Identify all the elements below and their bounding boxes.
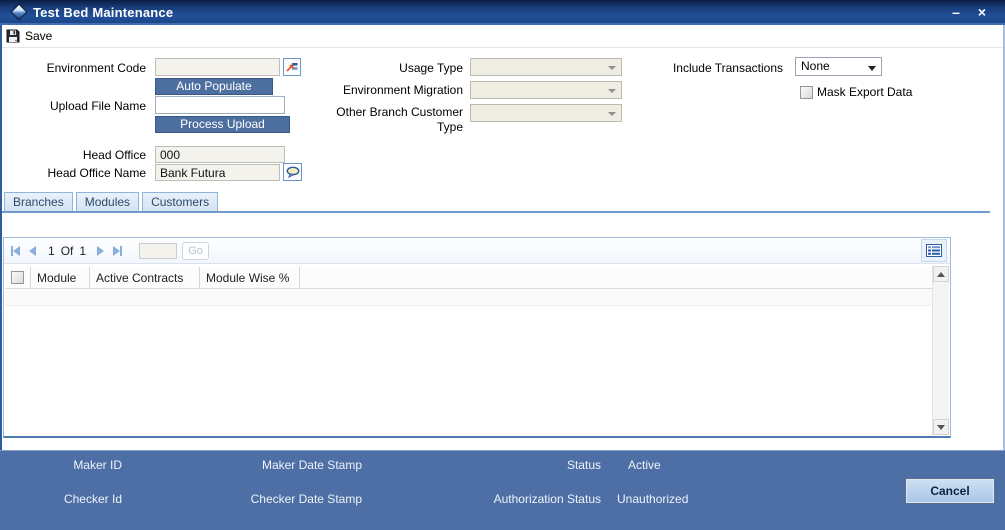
maker-id-label: Maker ID xyxy=(73,458,122,472)
column-header-module[interactable]: Module xyxy=(31,267,90,288)
usage-type-label: Usage Type xyxy=(399,61,463,75)
pagination-bar: 1 Of 1 Go xyxy=(4,238,950,264)
toolbar: Save xyxy=(2,27,1003,48)
close-button[interactable]: × xyxy=(973,3,991,21)
mask-export-data-checkbox[interactable] xyxy=(800,86,813,99)
save-button[interactable]: Save xyxy=(6,29,52,43)
status-label: Status xyxy=(566,458,601,472)
usage-type-dropdown[interactable] xyxy=(470,58,622,76)
tab-strip: Branches Modules Customers xyxy=(4,192,219,212)
column-header-active-contracts[interactable]: Active Contracts xyxy=(90,267,200,288)
tab-branches[interactable]: Branches xyxy=(4,192,73,212)
tab-underline xyxy=(2,211,990,213)
column-header-module-wise-pct[interactable]: Module Wise % xyxy=(200,267,300,288)
test-bed-maintenance-window: Test Bed Maintenance – × Save Environmen… xyxy=(0,0,1005,530)
table-row xyxy=(5,289,932,306)
next-page-icon[interactable] xyxy=(97,246,105,256)
scroll-down-icon[interactable] xyxy=(933,419,949,435)
status-value: Active xyxy=(628,458,661,472)
head-office-name-label: Head Office Name xyxy=(47,166,147,180)
column-settings-icon xyxy=(926,244,942,257)
prev-page-icon[interactable] xyxy=(29,246,36,256)
goto-page-input[interactable] xyxy=(139,243,178,259)
process-upload-button[interactable]: Process Upload xyxy=(155,116,290,133)
upload-file-name-label: Upload File Name xyxy=(49,99,146,113)
head-office-label: Head Office xyxy=(82,148,146,162)
vertical-scrollbar[interactable] xyxy=(932,266,949,435)
checker-id-label: Checker Id xyxy=(63,492,122,506)
environment-code-lov-button[interactable] xyxy=(283,58,301,76)
first-page-icon[interactable] xyxy=(11,246,20,256)
other-branch-customer-type-dropdown[interactable] xyxy=(470,104,622,122)
pagination-of-label: Of xyxy=(60,244,74,258)
chevron-down-icon xyxy=(608,89,616,93)
last-page-icon[interactable] xyxy=(113,246,123,256)
include-transactions-label: Include Transactions xyxy=(672,61,783,75)
pagination-total-pages: 1 xyxy=(79,244,87,258)
select-all-checkbox[interactable] xyxy=(11,271,24,284)
title-bar: Test Bed Maintenance – × xyxy=(0,0,1005,25)
scroll-up-icon[interactable] xyxy=(933,266,949,282)
environment-migration-label: Environment Migration xyxy=(342,83,463,97)
checker-date-stamp-label: Checker Date Stamp xyxy=(250,492,362,506)
tab-customers[interactable]: Customers xyxy=(142,192,219,212)
table-header-row: Module Active Contracts Module Wise % xyxy=(5,267,932,289)
authorization-status-label: Authorization Status xyxy=(493,492,601,506)
column-settings-button[interactable] xyxy=(921,239,947,262)
auto-populate-button[interactable]: Auto Populate xyxy=(155,78,273,95)
mask-export-data-label: Mask Export Data xyxy=(817,85,913,99)
other-branch-customer-type-label: Other Branch Customer Type xyxy=(336,105,463,134)
pagination-current-page: 1 xyxy=(48,244,55,258)
authorization-status-value: Unauthorized xyxy=(617,492,689,506)
environment-migration-dropdown[interactable] xyxy=(470,81,622,99)
environment-code-input[interactable] xyxy=(155,58,280,76)
audit-footer: Maker ID Maker Date Stamp Status Active … xyxy=(0,450,1005,530)
chevron-down-icon xyxy=(608,112,616,116)
include-transactions-value: None xyxy=(801,59,830,73)
lov-icon xyxy=(286,62,298,72)
environment-code-label: Environment Code xyxy=(46,61,146,75)
save-button-label: Save xyxy=(25,29,53,43)
minimize-button[interactable]: – xyxy=(947,3,965,21)
head-office-input[interactable] xyxy=(155,146,285,163)
upload-file-name-input[interactable] xyxy=(155,96,285,114)
head-office-name-language-button[interactable] xyxy=(283,163,302,181)
head-office-name-input[interactable] xyxy=(155,164,280,181)
go-button[interactable]: Go xyxy=(182,242,210,260)
tab-modules[interactable]: Modules xyxy=(75,192,140,212)
maker-date-stamp-label: Maker Date Stamp xyxy=(261,458,362,472)
include-transactions-dropdown[interactable]: None xyxy=(795,57,882,76)
diamond-icon xyxy=(10,3,28,21)
column-header-filler xyxy=(300,267,932,288)
floppy-disk-icon xyxy=(6,29,20,43)
chevron-down-icon xyxy=(608,66,616,70)
cancel-button[interactable]: Cancel xyxy=(905,478,995,504)
window-left-border xyxy=(0,25,2,450)
language-bubble-icon xyxy=(286,166,300,178)
window-title: Test Bed Maintenance xyxy=(33,5,174,20)
chevron-down-icon xyxy=(868,66,876,71)
grid-container: 1 Of 1 Go Module Active Contracts Module… xyxy=(3,237,951,438)
